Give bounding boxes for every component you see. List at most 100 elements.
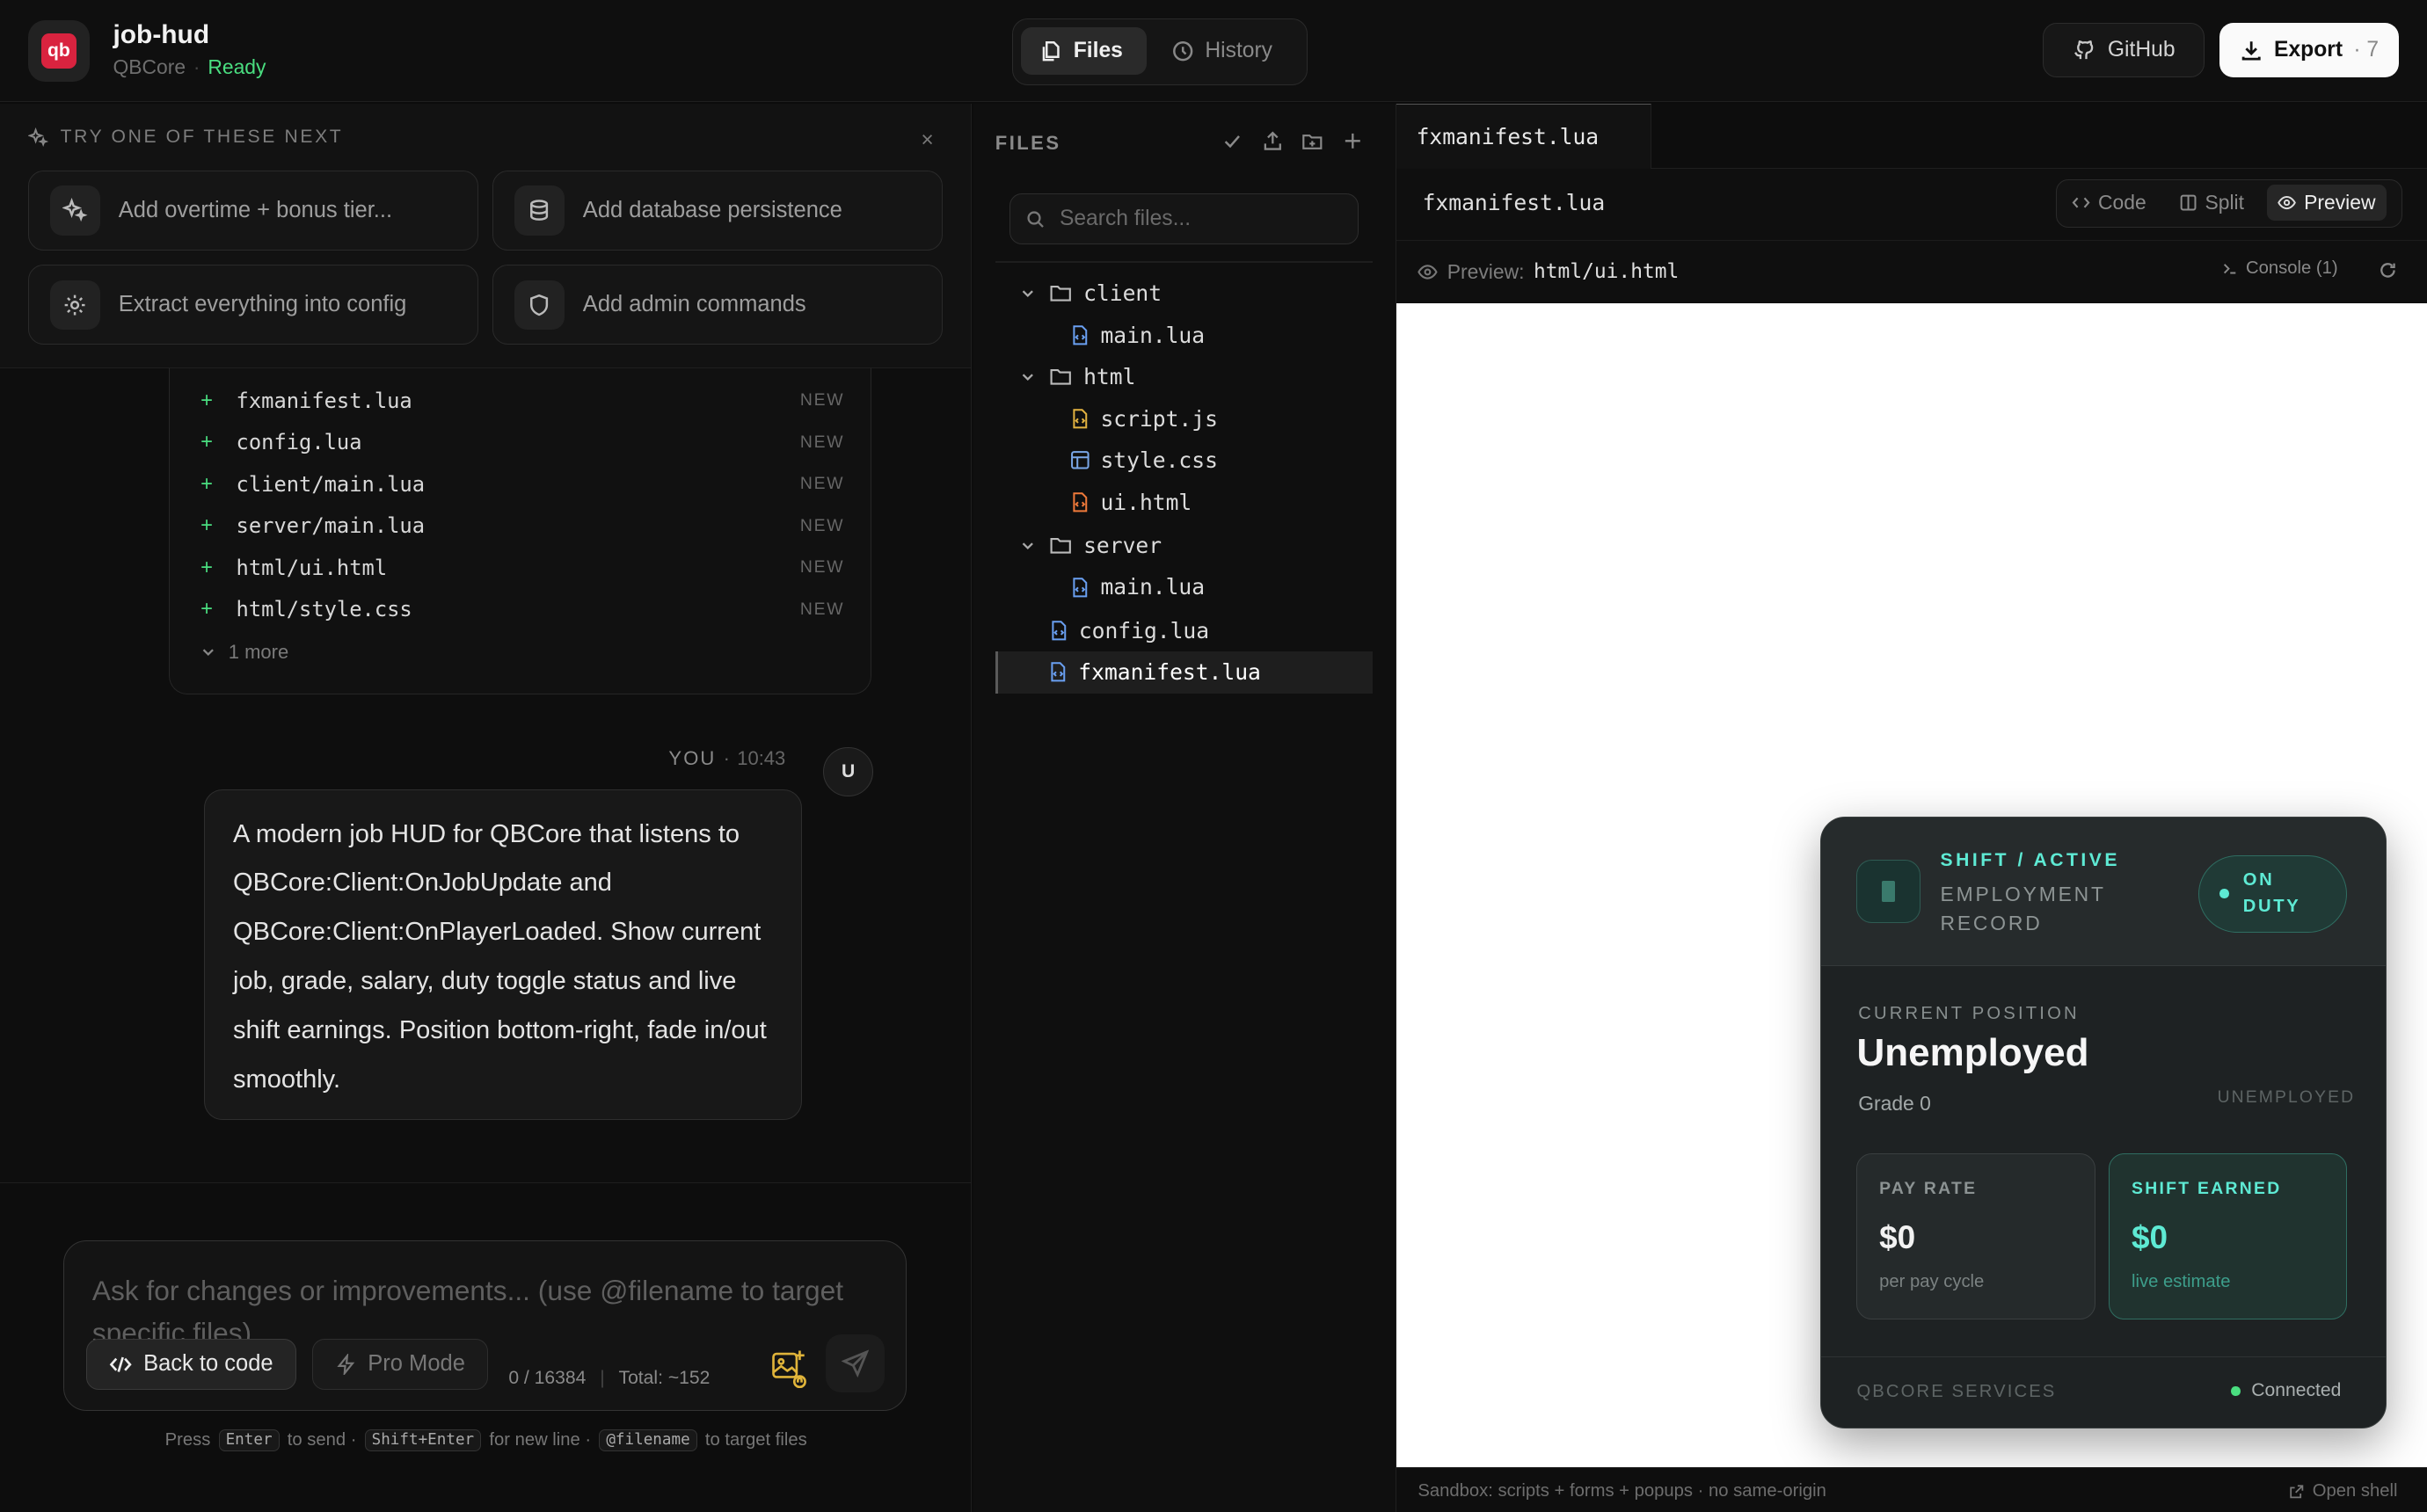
suggestion-card[interactable]: Add overtime + bonus tier... bbox=[27, 170, 478, 251]
file-path: html/ui.html bbox=[236, 555, 388, 580]
github-label: GitHub bbox=[2107, 38, 2176, 62]
attach-image-button[interactable] bbox=[770, 1348, 807, 1389]
hud-footer: QBCORE SERVICES Connected bbox=[1820, 1356, 2387, 1428]
job-grade: Grade 0 bbox=[1858, 1091, 1931, 1115]
tree-item-label: fxmanifest.lua bbox=[1078, 659, 1261, 686]
hint-text: for new line · bbox=[489, 1429, 592, 1450]
tree-folder-html[interactable]: html bbox=[995, 356, 1373, 398]
list-item[interactable]: + html/style.css NEW bbox=[200, 594, 844, 625]
plus-icon: + bbox=[200, 513, 213, 538]
send-button[interactable] bbox=[826, 1334, 886, 1393]
console-button[interactable]: Console (1) bbox=[2221, 258, 2338, 279]
tree-folder-client[interactable]: client bbox=[995, 273, 1373, 315]
breadcrumb: fxmanifest.lua bbox=[1422, 190, 1606, 216]
tree-file-selected[interactable]: fxmanifest.lua bbox=[995, 651, 1374, 694]
hud-record-label: EMPLOYMENT RECORD bbox=[1940, 882, 2106, 935]
pay-rate-box: PAY RATE $0 per pay cycle bbox=[1856, 1153, 2095, 1319]
app-logo: qb bbox=[27, 19, 91, 83]
shift-earned-box: SHIFT EARNED $0 live estimate bbox=[2109, 1153, 2348, 1319]
suggestion-card[interactable]: Add admin commands bbox=[492, 264, 943, 345]
avatar: U bbox=[823, 747, 873, 797]
pro-mode-toggle[interactable]: Pro Mode bbox=[311, 1338, 489, 1390]
list-item[interactable]: + html/ui.html NEW bbox=[200, 552, 844, 583]
files-icon bbox=[1039, 40, 1062, 62]
tab-history-label: History bbox=[1205, 39, 1272, 63]
message-time: 10:43 bbox=[737, 747, 786, 770]
tab-history[interactable]: History bbox=[1153, 27, 1301, 76]
html-file-icon bbox=[1065, 491, 1096, 513]
export-label: Export bbox=[2274, 38, 2343, 62]
preview-label: Preview: bbox=[1447, 259, 1525, 283]
job-tag: UNEMPLOYED bbox=[2217, 1087, 2356, 1107]
gear-icon bbox=[50, 280, 100, 330]
view-preview-button[interactable]: Preview bbox=[2266, 185, 2387, 221]
back-to-code-button[interactable]: Back to code bbox=[85, 1338, 297, 1390]
connection-status: Connected bbox=[2231, 1380, 2341, 1401]
editor-tab-label: fxmanifest.lua bbox=[1416, 123, 1600, 149]
show-more-button[interactable]: 1 more bbox=[200, 641, 288, 664]
new-folder-icon[interactable] bbox=[1301, 130, 1323, 152]
tree-file[interactable]: main.lua bbox=[995, 566, 1373, 608]
hud-header: SHIFT / ACTIVE EMPLOYMENT RECORD ON DUTY bbox=[1820, 818, 2387, 967]
suggestions-header: TRY ONE OF THESE NEXT bbox=[27, 127, 344, 148]
plus-icon: + bbox=[200, 388, 213, 412]
search-input[interactable]: Search files... bbox=[1009, 193, 1359, 245]
export-button[interactable]: Export · 7 bbox=[2219, 23, 2400, 77]
chat-panel: TRY ONE OF THESE NEXT × Add overtime + b… bbox=[0, 103, 973, 1512]
view-code-button[interactable]: Code bbox=[2061, 185, 2157, 220]
list-item[interactable]: + config.lua NEW bbox=[200, 427, 844, 458]
history-icon bbox=[1171, 40, 1194, 62]
tree-file[interactable]: ui.html bbox=[995, 481, 1373, 523]
suggestion-label: Extract everything into config bbox=[118, 292, 407, 317]
sparkles-icon bbox=[27, 127, 48, 148]
list-item[interactable]: + fxmanifest.lua NEW bbox=[200, 385, 844, 416]
plus-icon: + bbox=[200, 555, 213, 579]
suggestion-card[interactable]: Add database persistence bbox=[492, 170, 943, 251]
duty-status-badge[interactable]: ON DUTY bbox=[2198, 854, 2348, 933]
tree-file[interactable]: main.lua bbox=[995, 314, 1373, 356]
new-file-icon[interactable] bbox=[1342, 130, 1364, 152]
file-path: server/main.lua bbox=[236, 513, 426, 539]
refresh-icon[interactable] bbox=[2378, 260, 2398, 280]
suggestion-card[interactable]: Extract everything into config bbox=[27, 264, 478, 345]
code-icon bbox=[2072, 193, 2090, 212]
close-suggestions-button[interactable]: × bbox=[921, 128, 933, 153]
check-icon[interactable] bbox=[1221, 130, 1243, 152]
files-panel: FILES Search files... client main.lua ht… bbox=[973, 103, 1396, 1512]
lua-file-icon bbox=[1043, 661, 1074, 683]
tree-folder-server[interactable]: server bbox=[995, 525, 1373, 567]
composer-hint: Press Enter to send · Shift+Enter for ne… bbox=[0, 1428, 971, 1452]
message-input[interactable]: Ask for changes or improvements... (use … bbox=[63, 1239, 907, 1411]
view-split-label: Split bbox=[2205, 191, 2244, 214]
upload-icon[interactable] bbox=[1262, 130, 1284, 152]
open-shell-button[interactable]: Open shell bbox=[2289, 1481, 2397, 1501]
view-preview-label: Preview bbox=[2304, 191, 2376, 214]
char-count: 0 / 16384 bbox=[508, 1368, 587, 1389]
external-link-icon bbox=[2289, 1484, 2305, 1500]
list-item[interactable]: + server/main.lua NEW bbox=[200, 511, 844, 542]
view-mode-switcher: Code Split Preview bbox=[2055, 179, 2402, 228]
token-counter: 0 / 16384 | Total: ~152 bbox=[508, 1368, 711, 1389]
sparkles-icon bbox=[50, 185, 100, 236]
created-files-list: + fxmanifest.lua NEW + config.lua NEW + clien… bbox=[168, 332, 871, 695]
enter-key: Enter bbox=[218, 1428, 280, 1452]
new-badge: NEW bbox=[799, 432, 845, 452]
view-split-button[interactable]: Split bbox=[2168, 185, 2255, 220]
framework-label: QBCore bbox=[113, 55, 186, 79]
image-plus-icon bbox=[770, 1348, 807, 1389]
list-item[interactable]: + client/main.lua NEW bbox=[200, 469, 844, 499]
eye-icon bbox=[1418, 262, 1438, 282]
github-button[interactable]: GitHub bbox=[2043, 23, 2205, 77]
tree-file[interactable]: config.lua bbox=[995, 610, 1373, 652]
file-path: client/main.lua bbox=[236, 471, 426, 497]
tree-file[interactable]: script.js bbox=[995, 397, 1373, 440]
tree-item-label: client bbox=[1083, 280, 1162, 307]
shield-icon bbox=[514, 280, 565, 330]
tree-file[interactable]: style.css bbox=[995, 440, 1373, 482]
back-to-code-label: Back to code bbox=[143, 1351, 273, 1377]
tab-files[interactable]: Files bbox=[1020, 26, 1147, 76]
search-placeholder: Search files... bbox=[1059, 207, 1192, 231]
plus-icon: + bbox=[200, 597, 213, 622]
editor-tab[interactable]: fxmanifest.lua bbox=[1396, 103, 1652, 169]
lightning-icon bbox=[335, 1353, 357, 1376]
